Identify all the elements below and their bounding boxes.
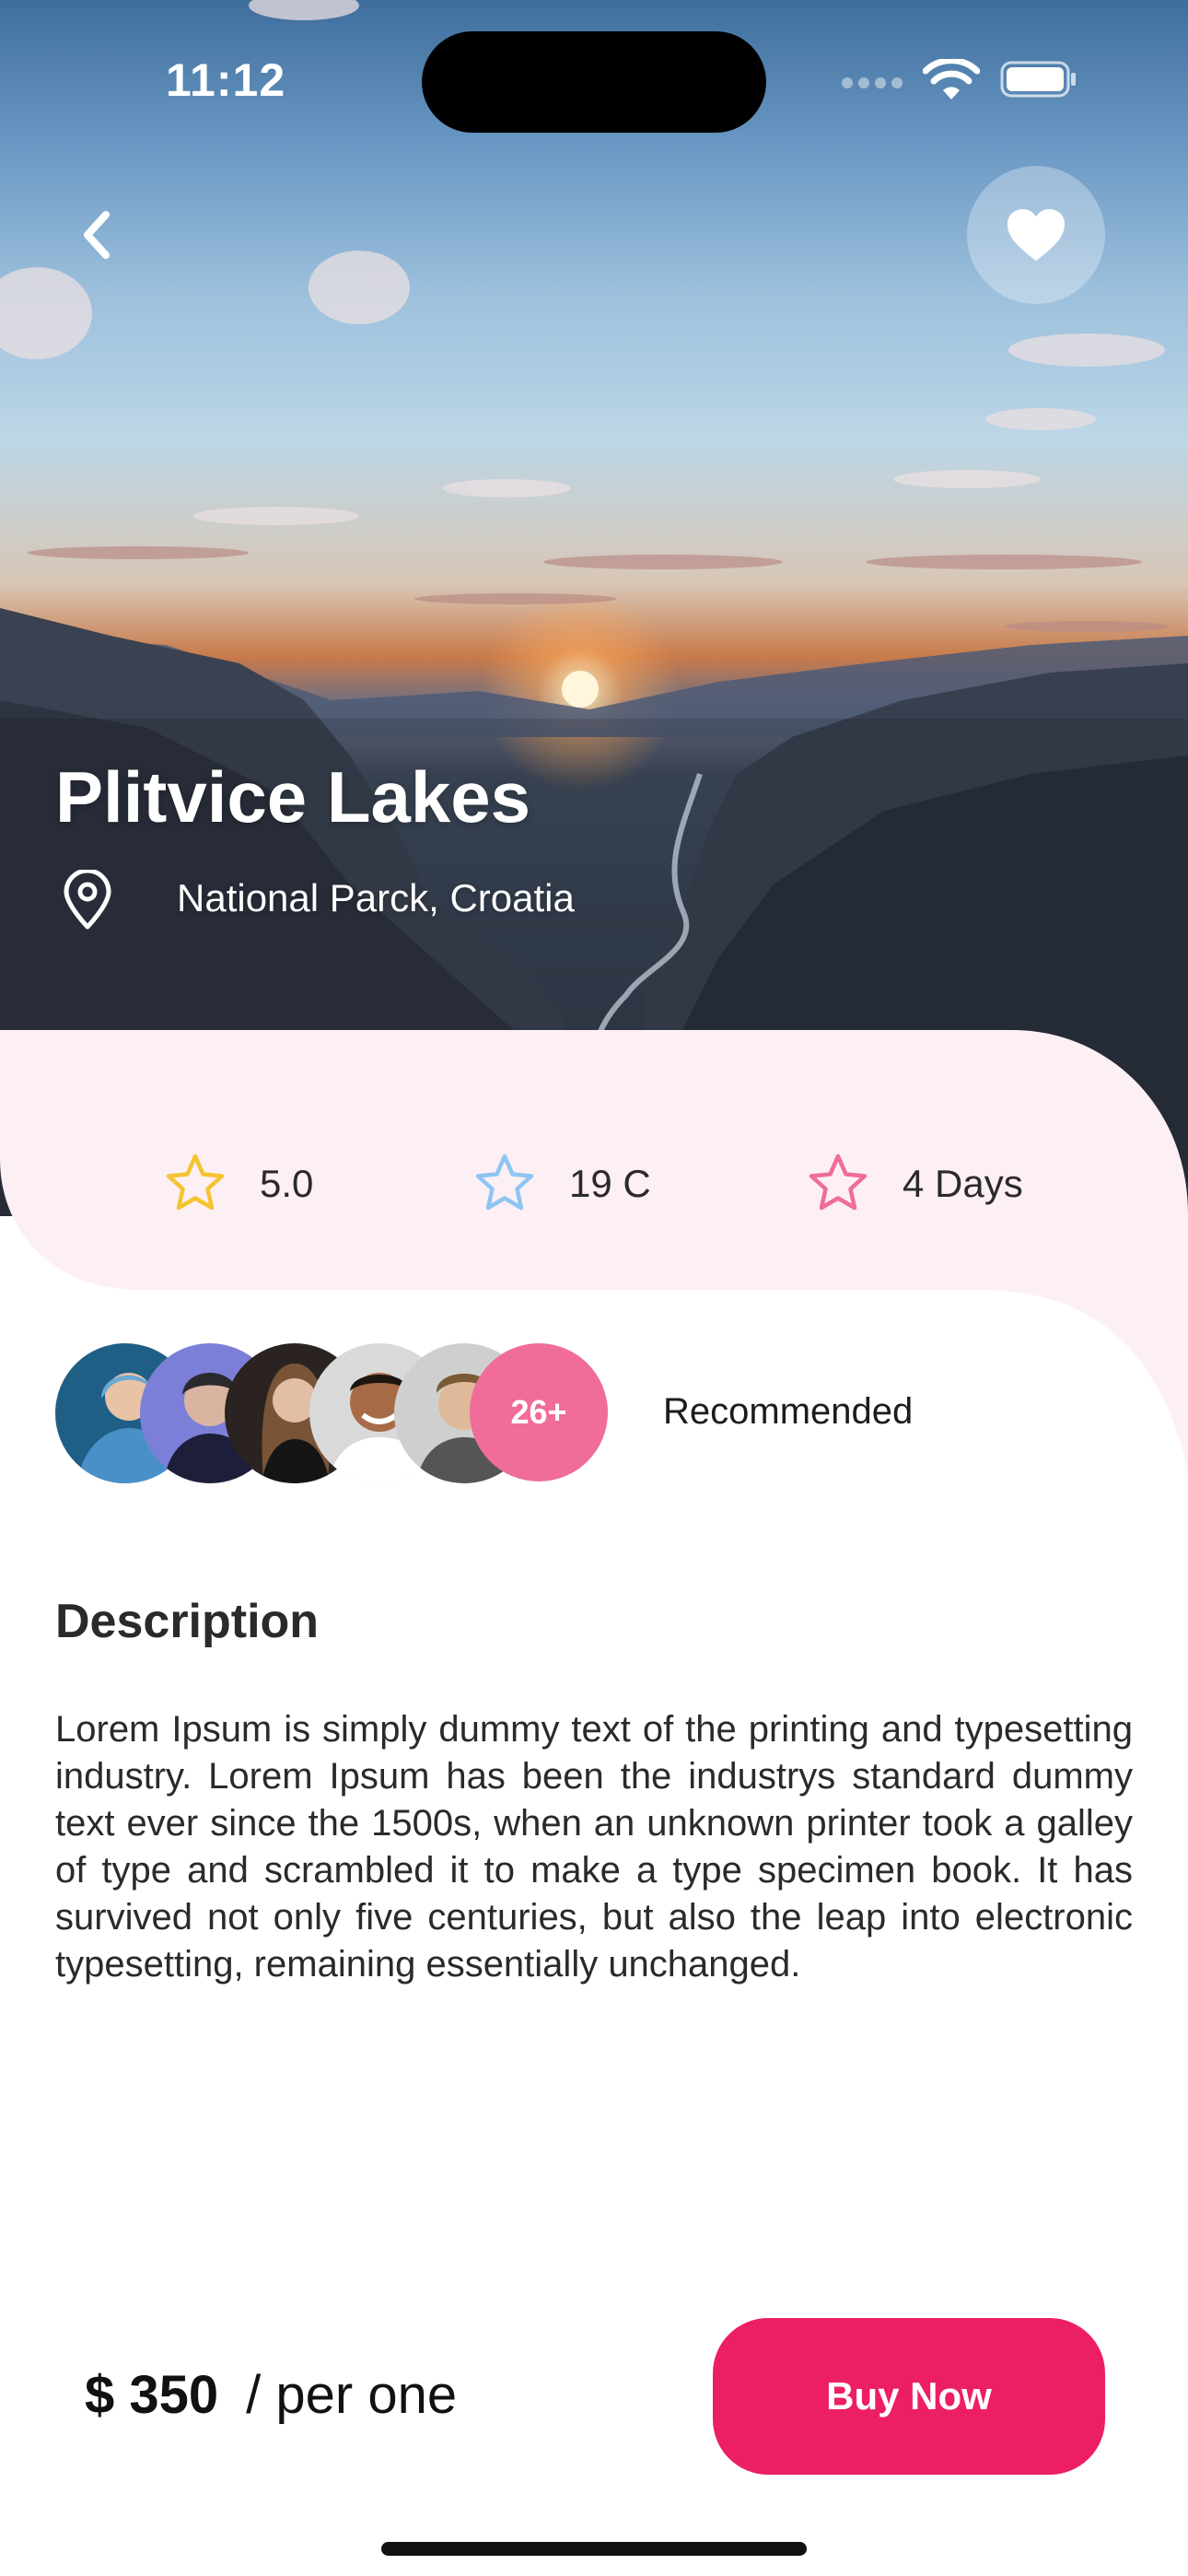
description-body: Lorem Ipsum is simply dummy text of the … xyxy=(55,1709,1133,1985)
stat-temperature: 19 C xyxy=(472,1142,651,1225)
place-location: National Parck, Croatia xyxy=(177,876,575,919)
home-indicator[interactable] xyxy=(381,2542,807,2556)
description-title: Description xyxy=(55,1595,320,1648)
dynamic-island xyxy=(422,31,766,133)
stat-temperature-value: 19 C xyxy=(569,1162,651,1205)
battery-icon xyxy=(1000,61,1076,98)
more-avatars-badge[interactable]: 26+ xyxy=(470,1343,608,1481)
recommended-label: Recommended xyxy=(663,1391,914,1432)
stats-row: 5.0 19 C 4 Days xyxy=(0,1142,1188,1225)
price: $ 350 / per one xyxy=(85,2364,457,2426)
chevron-left-icon xyxy=(84,211,110,259)
stat-rating: 5.0 xyxy=(162,1142,313,1225)
place-title: Plitvice Lakes xyxy=(55,756,530,837)
status-time: 11:12 xyxy=(166,54,286,106)
wifi-icon xyxy=(923,59,980,100)
stat-duration: 4 Days xyxy=(805,1142,1023,1225)
favorite-button[interactable] xyxy=(967,166,1105,304)
stat-duration-value: 4 Days xyxy=(903,1162,1023,1205)
price-amount: $ 350 xyxy=(85,2365,219,2425)
place-detail-screen: 11:12 Plitvice Lakes National Parck, Cro… xyxy=(0,0,1188,2576)
star-icon xyxy=(809,1153,868,1211)
map-pin-icon xyxy=(64,870,111,930)
price-unit: / per one xyxy=(246,2365,458,2425)
stat-rating-value: 5.0 xyxy=(260,1162,314,1205)
heart-icon xyxy=(1007,209,1065,261)
buy-now-button[interactable]: Buy Now xyxy=(713,2318,1105,2475)
star-icon xyxy=(166,1153,225,1211)
star-icon xyxy=(475,1153,534,1211)
signal-dots-icon xyxy=(842,77,903,88)
recommended-avatars[interactable]: 26+ xyxy=(55,1343,626,1483)
back-button[interactable] xyxy=(64,203,129,267)
